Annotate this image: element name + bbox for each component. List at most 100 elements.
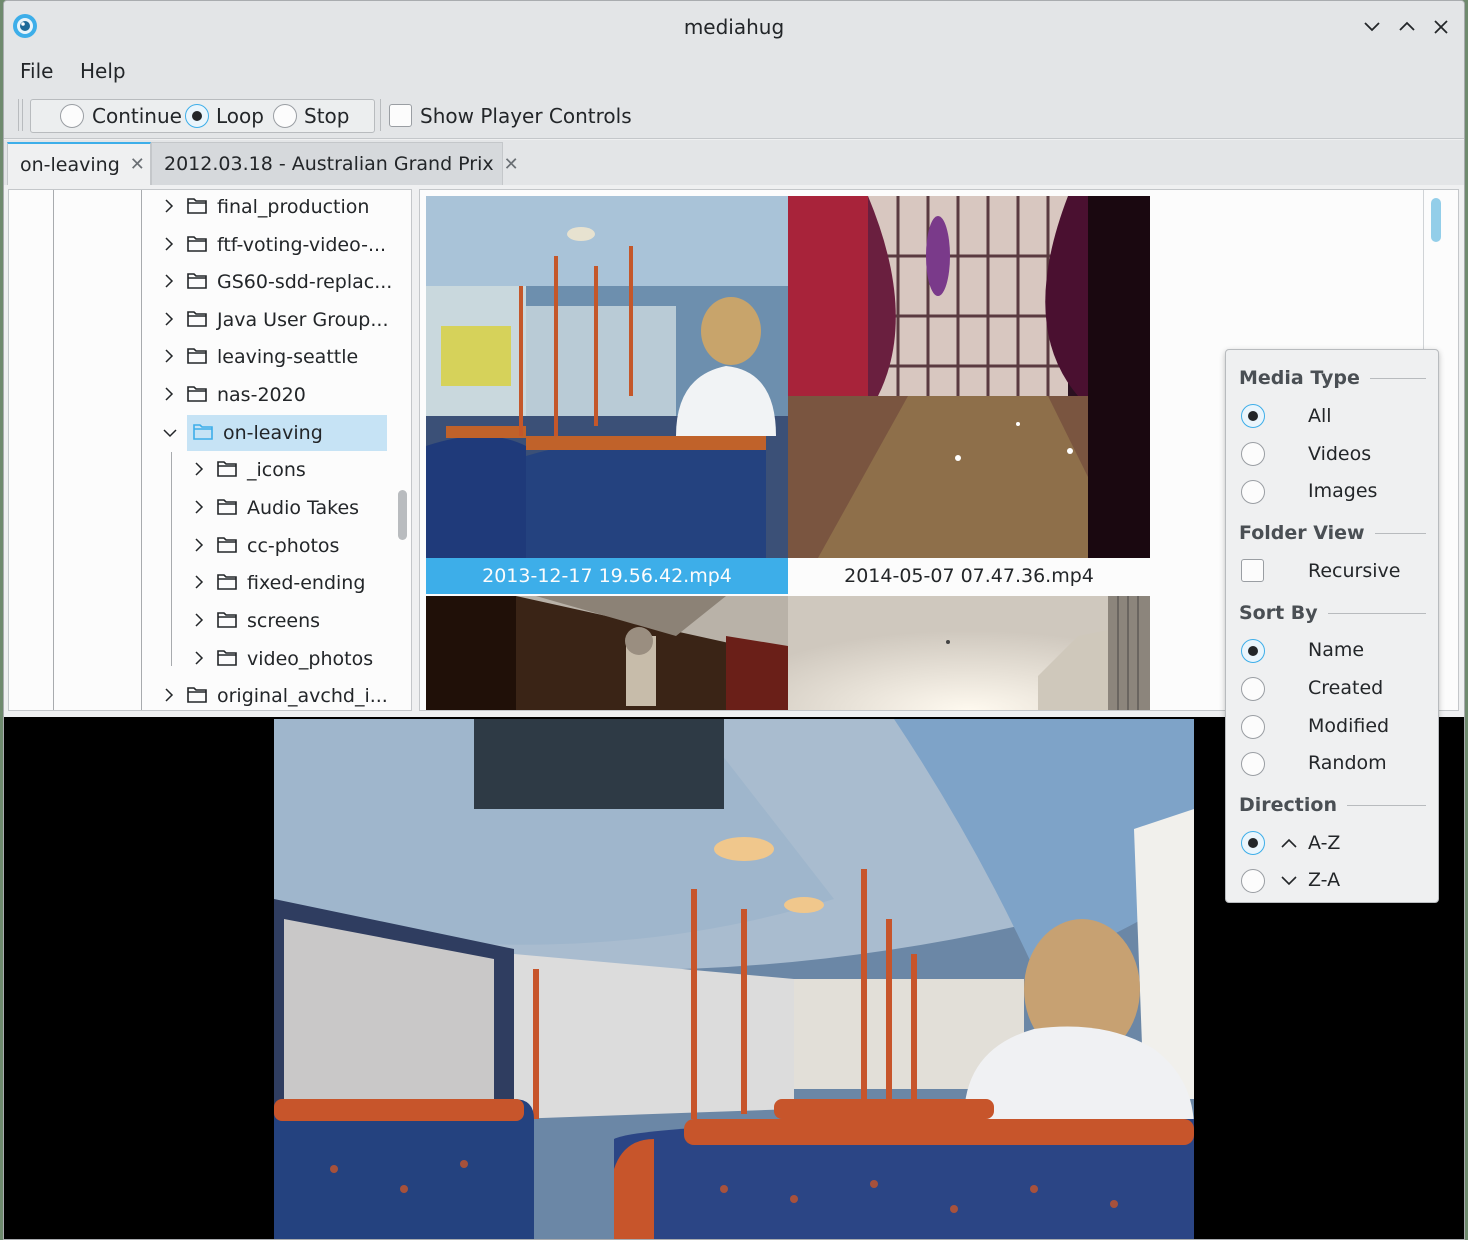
tree-item[interactable]: nas-2020 — [163, 377, 306, 413]
loop-radio[interactable] — [185, 104, 209, 128]
folder-icon — [187, 685, 217, 708]
stop-radio[interactable] — [273, 104, 297, 128]
title-bar[interactable]: mediahug — [4, 1, 1464, 53]
folder-open-icon — [187, 422, 217, 445]
loop-label[interactable]: Loop — [216, 104, 264, 128]
folder-icon — [187, 271, 217, 294]
direction-za-radio[interactable] — [1241, 869, 1265, 893]
tree-item[interactable]: Java User Group... — [163, 302, 388, 338]
tree-item[interactable]: final_production — [163, 190, 370, 225]
recursive-checkbox[interactable] — [1241, 559, 1264, 582]
stop-label[interactable]: Stop — [304, 104, 349, 128]
tree-item[interactable]: Audio Takes — [193, 490, 359, 526]
folder-icon — [187, 346, 217, 369]
tab-bar: on-leaving ✕ 2012.03.18 - Australian Gra… — [4, 140, 1464, 185]
sort-by-title: Sort By — [1239, 602, 1328, 624]
tree-item-selected[interactable]: on-leaving — [163, 415, 387, 451]
chevron-right-icon[interactable] — [163, 384, 187, 406]
sort-random-radio[interactable] — [1241, 752, 1265, 776]
toolbar: Continue Loop Stop Show Player Controls — [4, 91, 1464, 139]
sort-random-label[interactable]: Random — [1308, 752, 1387, 774]
close-button[interactable] — [1427, 13, 1455, 41]
tree-item[interactable]: GS60-sdd-replac... — [163, 264, 392, 300]
chevron-right-icon[interactable] — [163, 685, 187, 707]
sort-descending-icon — [1281, 876, 1297, 886]
close-icon[interactable]: ✕ — [130, 154, 145, 175]
chevron-up-icon — [1399, 21, 1415, 31]
tree-item[interactable]: ftf-voting-video-... — [163, 227, 386, 263]
folder-icon — [187, 384, 217, 407]
chevron-right-icon[interactable] — [163, 271, 187, 293]
view-options-popup: Media Type All Videos Images Folder View… — [1225, 349, 1439, 903]
tree-item-label: GS60-sdd-replac... — [217, 271, 393, 293]
menu-file[interactable]: File — [20, 59, 53, 83]
continue-radio[interactable] — [60, 104, 84, 128]
chevron-right-icon[interactable] — [163, 346, 187, 368]
main-window: mediahug File Help Continue Loop Stop Sh… — [3, 0, 1465, 1240]
chevron-right-icon[interactable] — [193, 535, 217, 557]
tree-item[interactable]: _icons — [193, 452, 306, 488]
direction-az-label[interactable]: A-Z — [1308, 832, 1340, 854]
tree-item-label: Java User Group... — [217, 309, 389, 331]
direction-za-label[interactable]: Z-A — [1308, 869, 1340, 891]
folder-icon — [217, 572, 247, 595]
show-player-controls-label[interactable]: Show Player Controls — [420, 104, 632, 128]
sort-modified-radio[interactable] — [1241, 715, 1265, 739]
folder-tree[interactable]: final_production ftf-voting-video-... GS… — [8, 189, 412, 711]
media-type-all-radio[interactable] — [1241, 404, 1265, 428]
chevron-right-icon[interactable] — [163, 234, 187, 256]
tree-item[interactable]: screens — [193, 603, 320, 639]
tab-label: on-leaving — [20, 153, 120, 176]
recursive-label[interactable]: Recursive — [1308, 560, 1400, 582]
thumbnail-bright-room[interactable] — [788, 596, 1150, 710]
media-type-all-label[interactable]: All — [1308, 405, 1332, 427]
thumbnail-label[interactable]: 2013-12-17 19.56.42.mp4 — [426, 558, 788, 594]
folder-view-title: Folder View — [1239, 522, 1375, 544]
menu-help[interactable]: Help — [80, 59, 126, 83]
sort-name-radio[interactable] — [1241, 639, 1265, 663]
tree-item[interactable]: cc-photos — [193, 528, 339, 564]
chevron-right-icon[interactable] — [193, 497, 217, 519]
media-type-videos-label[interactable]: Videos — [1308, 443, 1371, 465]
continue-label[interactable]: Continue — [92, 104, 182, 128]
tree-item[interactable]: leaving-seattle — [163, 339, 358, 375]
thumbnail-label[interactable]: 2014-05-07 07.47.36.mp4 — [788, 558, 1150, 594]
tree-item[interactable]: video_photos — [193, 641, 373, 677]
chevron-right-icon[interactable] — [163, 196, 187, 218]
grid-scrollbar[interactable] — [1431, 198, 1441, 242]
section-divider — [1326, 613, 1426, 614]
media-type-images-radio[interactable] — [1241, 480, 1265, 504]
direction-az-radio[interactable] — [1241, 831, 1265, 855]
show-player-controls-checkbox[interactable] — [389, 104, 412, 127]
tree-item[interactable]: original_avchd_i... — [163, 678, 388, 710]
video-frame[interactable] — [274, 719, 1194, 1239]
sort-created-radio[interactable] — [1241, 677, 1265, 701]
tree-guide-line — [53, 190, 54, 710]
tree-scrollbar[interactable] — [398, 490, 407, 540]
sort-name-label[interactable]: Name — [1308, 639, 1364, 661]
chevron-right-icon[interactable] — [163, 309, 187, 331]
tree-item-label: fixed-ending — [247, 572, 366, 594]
thumbnail-bus-interior[interactable] — [426, 196, 788, 558]
tab-on-leaving[interactable]: on-leaving ✕ — [7, 142, 151, 185]
close-icon — [1434, 20, 1448, 34]
media-type-videos-radio[interactable] — [1241, 442, 1265, 466]
folder-icon — [217, 648, 247, 671]
chevron-right-icon[interactable] — [193, 572, 217, 594]
minimize-button[interactable] — [1358, 13, 1386, 41]
tree-item-label: final_production — [217, 196, 370, 218]
close-icon[interactable]: ✕ — [504, 154, 519, 175]
tree-item[interactable]: fixed-ending — [193, 565, 365, 601]
thumbnail-bar-scene[interactable] — [426, 596, 788, 710]
thumbnail-dark-room[interactable] — [788, 196, 1150, 558]
tab-australian-grand-prix[interactable]: 2012.03.18 - Australian Grand Prix ✕ — [151, 142, 519, 185]
toolbar-grip[interactable] — [18, 99, 23, 131]
media-type-images-label[interactable]: Images — [1308, 480, 1377, 502]
chevron-right-icon[interactable] — [193, 459, 217, 481]
chevron-right-icon[interactable] — [193, 610, 217, 632]
chevron-down-icon[interactable] — [163, 422, 187, 444]
maximize-button[interactable] — [1393, 13, 1421, 41]
chevron-right-icon[interactable] — [193, 648, 217, 670]
sort-modified-label[interactable]: Modified — [1308, 715, 1389, 737]
sort-created-label[interactable]: Created — [1308, 677, 1383, 699]
